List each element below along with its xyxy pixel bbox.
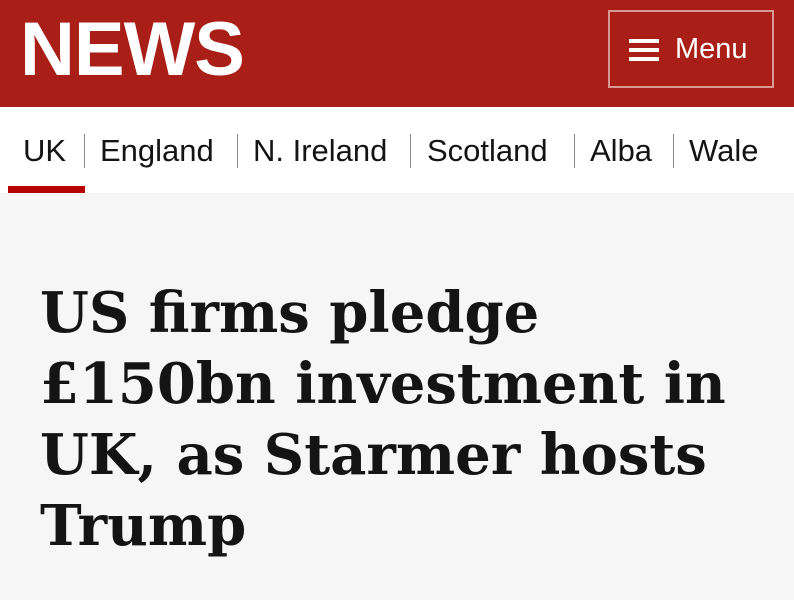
section-nav: UK England N. Ireland Scotland Alba Wale [0, 107, 794, 193]
nav-item-england[interactable]: England [100, 132, 214, 170]
menu-button[interactable]: Menu [608, 10, 774, 88]
nav-divider [673, 134, 674, 168]
nav-item-scotland[interactable]: Scotland [427, 132, 548, 170]
nav-item-n-ireland[interactable]: N. Ireland [253, 132, 387, 170]
news-logo[interactable]: NEWS [20, 12, 245, 88]
site-header: NEWS Menu [0, 0, 794, 107]
nav-divider [84, 134, 85, 168]
nav-item-wales[interactable]: Wale [689, 132, 758, 170]
hamburger-icon [629, 39, 659, 61]
nav-item-alba[interactable]: Alba [590, 132, 652, 170]
active-nav-indicator [8, 186, 85, 193]
nav-divider [237, 134, 238, 168]
nav-divider [410, 134, 411, 168]
nav-item-uk[interactable]: UK [23, 132, 66, 170]
menu-label: Menu [675, 33, 748, 65]
article-headline: US firms pledge £150bn investment in UK,… [40, 280, 726, 559]
nav-divider [574, 134, 575, 168]
